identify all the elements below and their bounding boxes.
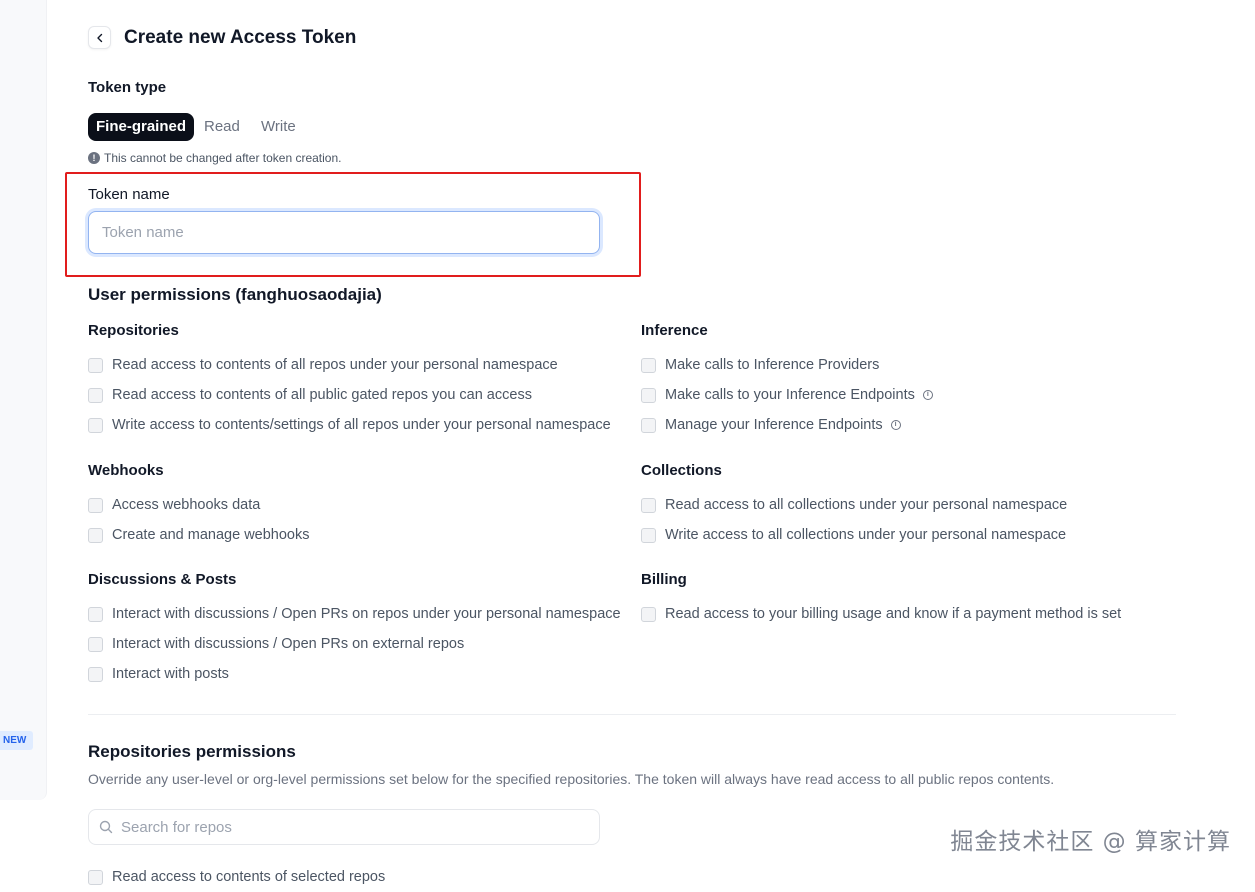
checkbox[interactable]	[88, 606, 103, 622]
repo-search-input[interactable]	[121, 818, 599, 836]
collections-title: Collections	[641, 462, 722, 479]
list-item[interactable]: Make calls to Inference Providers	[641, 350, 933, 380]
list-item[interactable]: Read access to your billing usage and kn…	[641, 599, 1121, 629]
token-name-input[interactable]	[88, 211, 600, 254]
collections-group: Collections Read access to all collectio…	[641, 462, 1067, 550]
checkbox[interactable]	[88, 527, 103, 543]
new-badge: NEW	[0, 731, 33, 750]
webhooks-title: Webhooks	[88, 462, 164, 479]
discussions-title: Discussions & Posts	[88, 571, 237, 588]
list-item[interactable]: Make calls to your Inference Endpoints i	[641, 380, 933, 410]
list-item[interactable]: Read access to contents of all public ga…	[88, 380, 611, 410]
info-icon[interactable]: i	[922, 390, 933, 400]
inference-group: Inference Make calls to Inference Provid…	[641, 322, 933, 440]
back-button[interactable]	[88, 26, 111, 49]
checkbox[interactable]	[641, 527, 656, 543]
list-item[interactable]: Access webhooks data	[88, 490, 310, 520]
checkbox[interactable]	[641, 497, 656, 513]
repositories-title: Repositories	[88, 322, 179, 339]
checkbox[interactable]	[641, 357, 656, 373]
list-item[interactable]: Read access to contents of all repos und…	[88, 350, 611, 380]
billing-title: Billing	[641, 571, 687, 588]
list-item[interactable]: Interact with discussions / Open PRs on …	[88, 629, 621, 659]
list-item[interactable]: Interact with posts	[88, 659, 621, 689]
user-permissions-title: User permissions (fanghuosaodajia)	[88, 285, 382, 304]
checkbox[interactable]	[88, 869, 103, 885]
token-name-label: Token name	[88, 186, 170, 203]
watermark: 掘金技术社区 @ 算家计算	[950, 829, 1231, 855]
token-type-label: Token type	[88, 79, 167, 96]
tab-write[interactable]: Write	[261, 113, 296, 141]
billing-group: Billing Read access to your billing usag…	[641, 571, 1121, 629]
inference-title: Inference	[641, 322, 708, 339]
list-item[interactable]: Create and manage webhooks	[88, 520, 310, 550]
page-title: Create new Access Token	[124, 27, 357, 48]
discussions-group: Discussions & Posts Interact with discus…	[88, 571, 621, 689]
info-icon[interactable]: i	[890, 420, 901, 430]
repo-permissions-description: Override any user-level or org-level per…	[88, 771, 1055, 787]
checkbox[interactable]	[641, 417, 656, 433]
token-type-note-text: This cannot be changed after token creat…	[104, 151, 342, 165]
repo-search[interactable]	[88, 809, 600, 845]
checkbox[interactable]	[88, 666, 103, 682]
chevron-left-icon	[96, 33, 102, 42]
repositories-group: Repositories Read access to contents of …	[88, 322, 611, 440]
checkbox[interactable]	[88, 417, 103, 433]
checkbox[interactable]	[88, 636, 103, 652]
search-icon	[99, 820, 113, 834]
tab-fine-grained[interactable]: Fine-grained	[88, 113, 195, 141]
divider	[88, 714, 1176, 715]
list-item[interactable]: Interact with discussions / Open PRs on …	[88, 599, 621, 629]
webhooks-group: Webhooks Access webhooks data Create and…	[88, 462, 310, 550]
token-type-note: ! This cannot be changed after token cre…	[88, 151, 342, 165]
tab-read[interactable]: Read	[204, 113, 240, 141]
exclamation-icon: !	[88, 152, 100, 164]
list-item[interactable]: Manage your Inference Endpoints i	[641, 410, 933, 440]
checkbox[interactable]	[88, 497, 103, 513]
list-item[interactable]: Write access to all collections under yo…	[641, 520, 1067, 550]
repo-permissions-title: Repositories permissions	[88, 742, 296, 761]
list-item[interactable]: Read access to all collections under you…	[641, 490, 1067, 520]
checkbox[interactable]	[88, 387, 103, 403]
list-item[interactable]: Write access to contents/settings of all…	[88, 410, 611, 440]
sidebar	[0, 0, 47, 800]
checkbox[interactable]	[88, 357, 103, 373]
checkbox[interactable]	[641, 387, 656, 403]
checkbox[interactable]	[641, 606, 656, 622]
list-item[interactable]: Read access to contents of selected repo…	[88, 862, 385, 892]
